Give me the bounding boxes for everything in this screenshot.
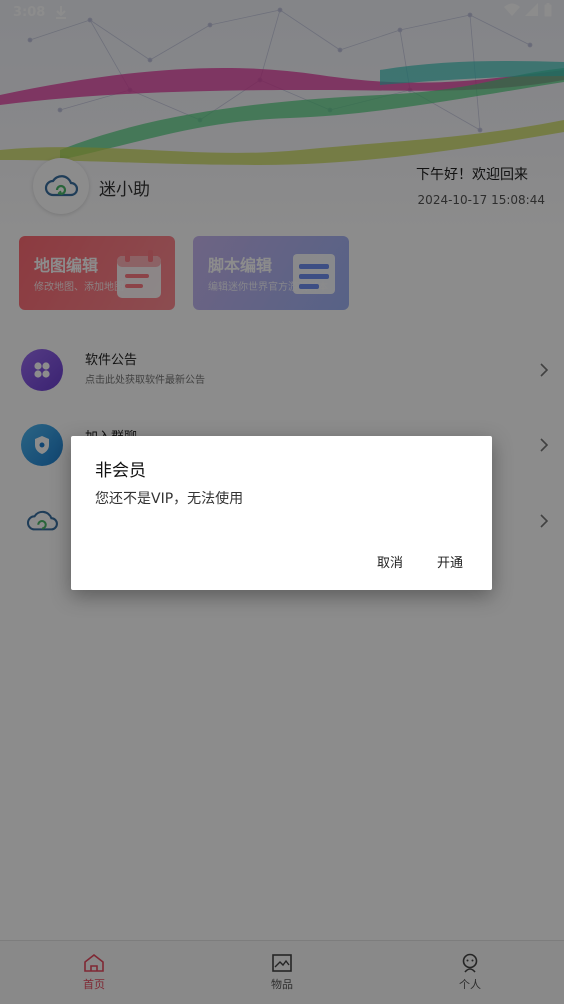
open-vip-button[interactable]: 开通 bbox=[437, 552, 463, 571]
non-member-dialog: 非会员 您还不是VIP，无法使用 取消 开通 bbox=[71, 436, 492, 590]
cancel-button[interactable]: 取消 bbox=[377, 552, 403, 571]
dialog-title: 非会员 bbox=[95, 461, 146, 481]
dialog-message: 您还不是VIP，无法使用 bbox=[95, 491, 244, 507]
